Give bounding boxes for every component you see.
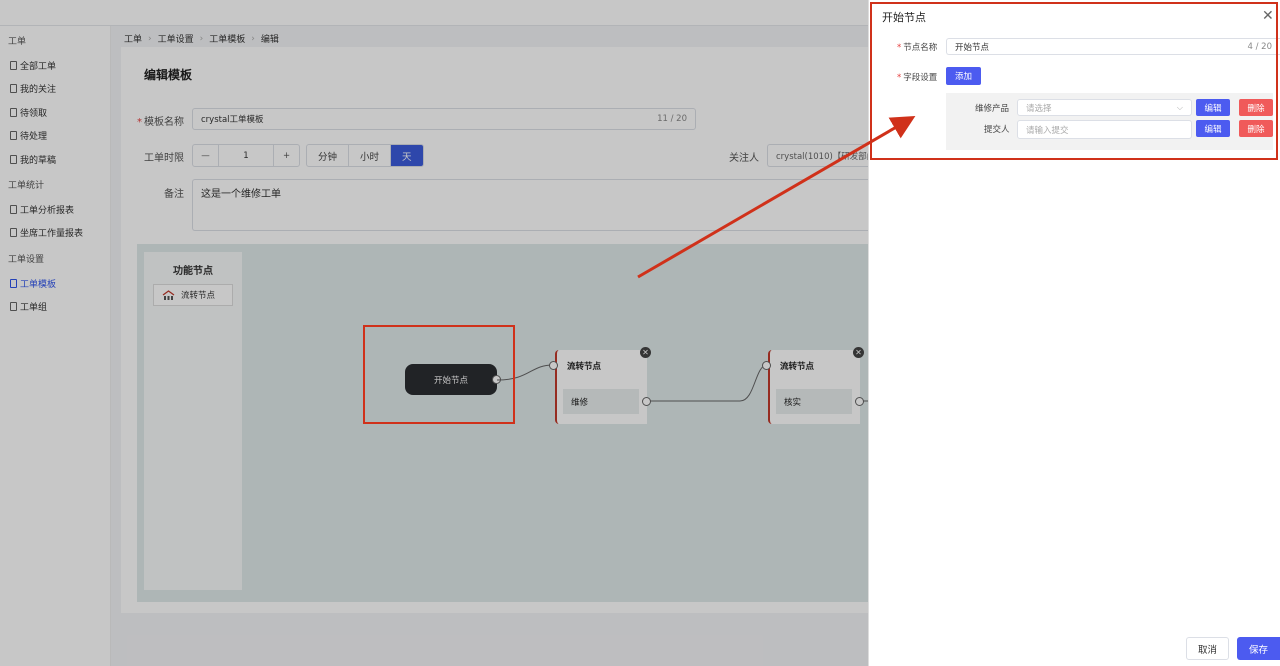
node-name-value: 开始节点 [955,42,990,53]
edit-field-button[interactable]: 编辑 [1196,120,1230,137]
textarea-placeholder: 请输入提交 [1026,125,1069,136]
delete-field-button[interactable]: 删除 [1239,120,1273,137]
delete-field-button[interactable]: 删除 [1239,99,1273,116]
field-setting-label: * 字段设置 [897,73,938,83]
field-row-label: 维修产品 [975,104,1010,114]
modal-mask[interactable] [0,0,868,666]
node-name-input[interactable]: 开始节点 4 / 20 [946,38,1280,55]
field-textarea[interactable]: 请输入提交 [1017,120,1192,139]
edit-field-button[interactable]: 编辑 [1196,99,1230,116]
save-button[interactable]: 保存 [1237,637,1280,660]
select-placeholder: 请选择 [1026,103,1052,114]
field-select[interactable]: 请选择 ⌵ [1017,99,1192,116]
close-icon[interactable]: ✕ [1262,8,1274,24]
cancel-button[interactable]: 取消 [1186,637,1229,660]
add-field-button[interactable]: 添加 [946,67,981,85]
app-root: 工单 全部工单 我的关注 待领取 待处理 我的草稿 工单统计 工单分析报表 坐席… [0,0,1280,666]
field-row-label: 提交人 [984,125,1010,135]
chevron-down-icon: ⌵ [1176,102,1183,112]
node-name-label: * 节点名称 [897,43,938,53]
drawer-title: 开始节点 [882,11,926,24]
char-counter: 4 / 20 [1247,41,1273,52]
